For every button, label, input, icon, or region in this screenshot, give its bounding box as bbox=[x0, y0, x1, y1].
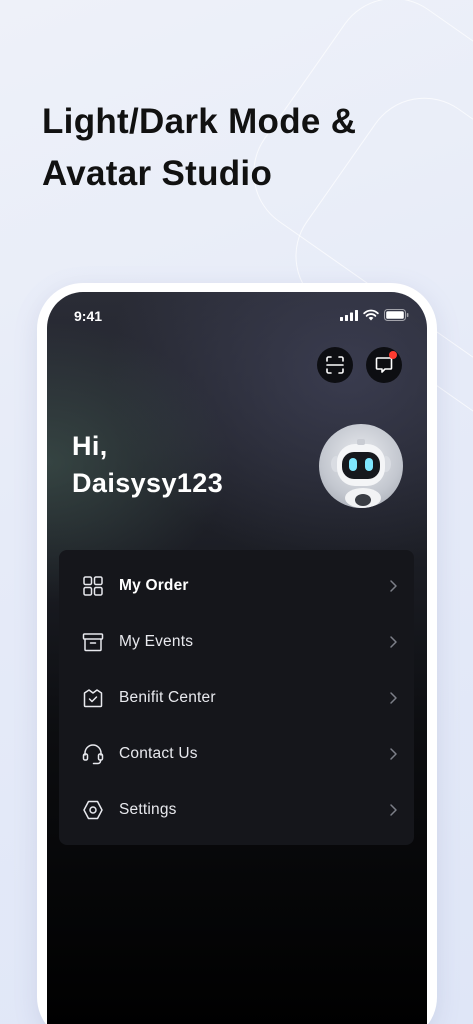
menu-label-contact-us: Contact Us bbox=[119, 745, 198, 762]
chevron-right-icon bbox=[390, 692, 397, 704]
robot-avatar-icon bbox=[331, 439, 391, 508]
scan-button[interactable] bbox=[317, 347, 353, 383]
chevron-right-icon bbox=[390, 748, 397, 760]
headset-icon bbox=[82, 744, 104, 765]
menu-label-benifit-center: Benifit Center bbox=[119, 689, 216, 706]
username: Daisysy123 bbox=[72, 468, 224, 498]
avatar[interactable] bbox=[319, 424, 403, 508]
notification-dot bbox=[389, 351, 397, 359]
menu-item-my-events[interactable]: My Events bbox=[59, 614, 414, 670]
chevron-right-icon bbox=[390, 580, 397, 592]
box-icon bbox=[82, 633, 104, 652]
menu-card: My Order My Events Benifit Center Contac… bbox=[59, 550, 414, 845]
status-time: 9:41 bbox=[74, 308, 103, 324]
chevron-right-icon bbox=[390, 804, 397, 816]
signal-icon bbox=[340, 309, 358, 321]
grid-icon bbox=[83, 576, 103, 596]
page-headline: Light/Dark Mode & Avatar Studio bbox=[42, 96, 442, 200]
wifi-icon bbox=[363, 309, 379, 321]
status-icons bbox=[340, 309, 409, 321]
message-icon bbox=[375, 357, 393, 373]
menu-label-my-events: My Events bbox=[119, 633, 194, 650]
benefit-icon bbox=[83, 689, 103, 708]
menu-label-settings: Settings bbox=[119, 801, 177, 818]
battery-icon bbox=[384, 309, 409, 321]
status-bar: 9:41 bbox=[47, 306, 427, 326]
chevron-right-icon bbox=[390, 636, 397, 648]
menu-item-benifit-center[interactable]: Benifit Center bbox=[59, 670, 414, 726]
menu-label-my-order: My Order bbox=[119, 577, 189, 594]
greeting: Hi, Daisysy123 bbox=[72, 428, 223, 502]
scan-icon bbox=[326, 356, 344, 374]
greeting-hi: Hi, bbox=[72, 431, 108, 461]
menu-item-contact-us[interactable]: Contact Us bbox=[59, 726, 414, 782]
message-button[interactable] bbox=[366, 347, 402, 383]
phone-screen: 9:41 Hi, Daisysy123 My Order My Events B… bbox=[47, 292, 427, 1024]
headline-line-1: Light/Dark Mode & bbox=[42, 102, 357, 141]
settings-icon bbox=[83, 800, 103, 820]
menu-item-settings[interactable]: Settings bbox=[59, 782, 414, 838]
menu-item-my-order[interactable]: My Order bbox=[59, 558, 414, 614]
headline-line-2: Avatar Studio bbox=[42, 154, 273, 193]
